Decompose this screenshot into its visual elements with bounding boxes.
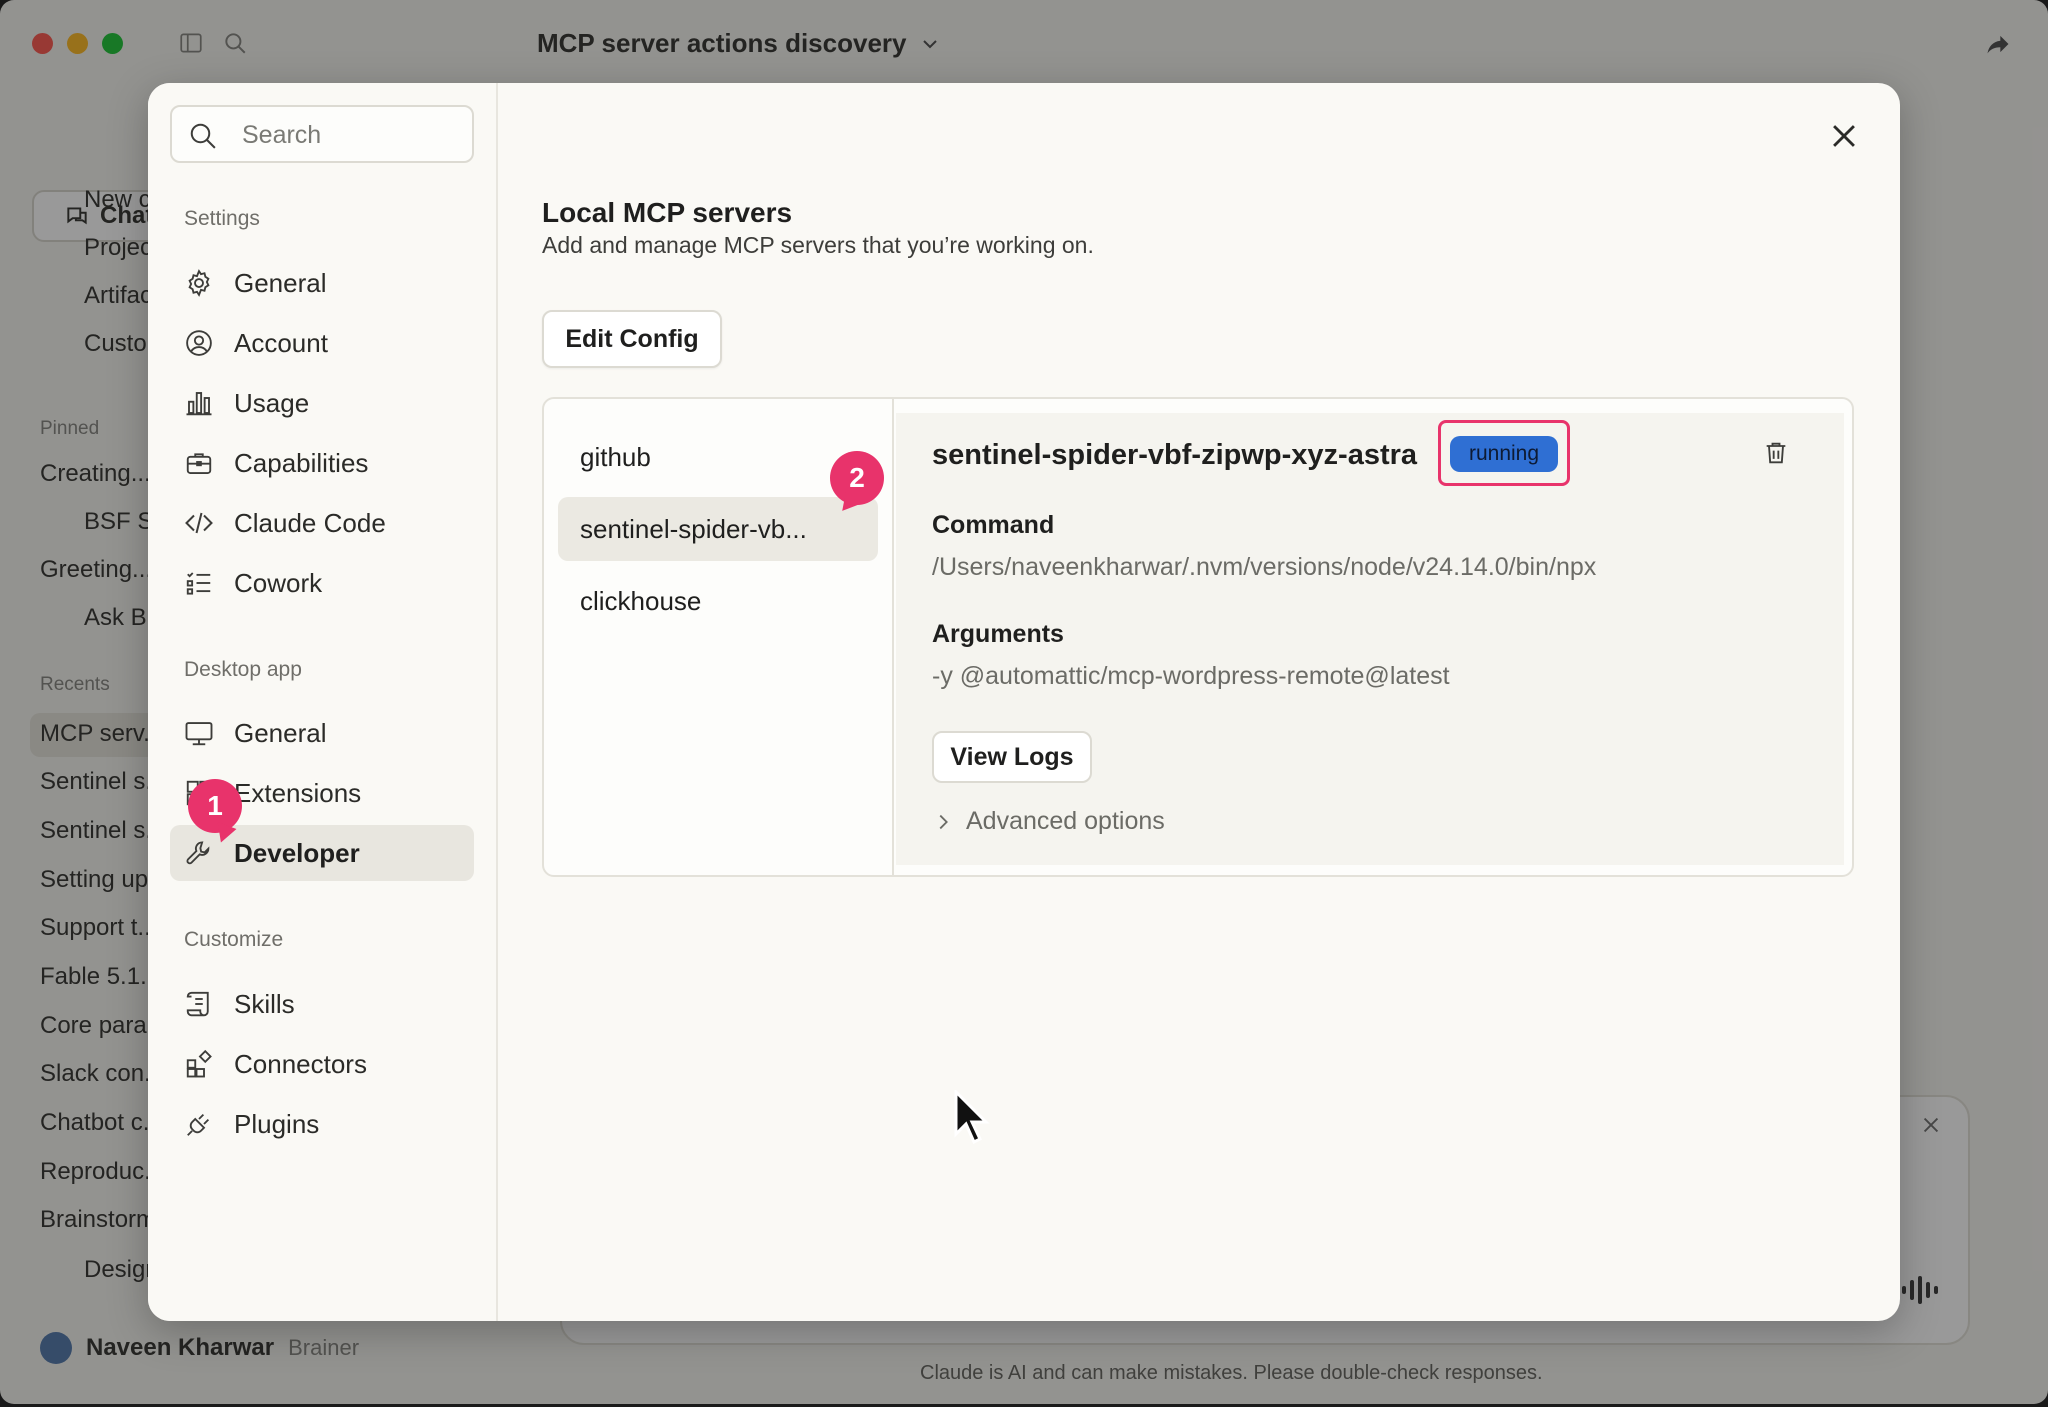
nav-item-label: Claude Code xyxy=(234,507,386,538)
nav-item-cowork[interactable]: Cowork xyxy=(170,555,474,611)
desktop-section-label: Desktop app xyxy=(184,658,302,681)
advanced-options-label: Advanced options xyxy=(966,807,1165,835)
page-subtitle: Add and manage MCP servers that you’re w… xyxy=(542,232,1094,258)
nav-item-general[interactable]: General xyxy=(170,255,474,311)
nav-item-label: Plugins xyxy=(234,1108,320,1139)
code-icon xyxy=(184,508,214,538)
page-title: Local MCP servers xyxy=(542,197,793,228)
command-value: /Users/naveenkharwar/.nvm/versions/node/… xyxy=(932,553,1597,581)
nav-item-plugins[interactable]: Plugins xyxy=(170,1096,474,1152)
search-icon xyxy=(188,121,218,151)
usage-icon xyxy=(184,388,214,418)
connectors-icon xyxy=(184,1049,214,1079)
monitor-icon xyxy=(184,718,214,748)
gear-icon xyxy=(184,268,214,298)
wrench-icon xyxy=(184,838,214,868)
nav-item-skills[interactable]: Skills xyxy=(170,976,474,1032)
nav-item-label: Capabilities xyxy=(234,447,369,478)
nav-item-label: Developer xyxy=(234,837,360,868)
arguments-label: Arguments xyxy=(932,620,1064,648)
server-item-sentinel-spider[interactable]: sentinel-spider-vb... xyxy=(558,497,878,561)
settings-nav: Settings General Account Usage Capabilit… xyxy=(148,83,498,1321)
arguments-value: -y @automattic/mcp-wordpress-remote@late… xyxy=(932,662,1450,690)
command-label: Command xyxy=(932,511,1055,539)
chevron-right-icon xyxy=(932,811,954,833)
nav-item-connectors[interactable]: Connectors xyxy=(170,1036,474,1092)
nav-item-label: Account xyxy=(234,327,328,358)
account-icon xyxy=(184,328,214,358)
close-icon[interactable] xyxy=(1827,119,1861,153)
server-name: sentinel-spider-vbf-zipwp-xyz-astra xyxy=(932,439,1418,471)
list-icon xyxy=(184,568,214,598)
nav-item-account[interactable]: Account xyxy=(170,315,474,371)
trash-icon[interactable] xyxy=(1762,439,1790,467)
advanced-options-toggle[interactable]: Advanced options xyxy=(932,807,1165,836)
customize-section-label: Customize xyxy=(184,928,284,951)
nav-item-label: Cowork xyxy=(234,567,323,598)
status-badge: running xyxy=(1450,436,1558,472)
plug-icon xyxy=(184,1109,214,1139)
nav-item-label: Extensions xyxy=(234,777,362,808)
mouse-cursor-icon xyxy=(952,1090,992,1146)
settings-modal: Settings General Account Usage Capabilit… xyxy=(148,83,1900,1321)
server-detail: sentinel-spider-vbf-zipwp-xyz-astra runn… xyxy=(896,413,1844,865)
step-badge-2: 2 xyxy=(830,451,884,505)
nav-item-label: General xyxy=(234,267,327,298)
nav-item-label: Usage xyxy=(234,387,310,418)
nav-item-usage[interactable]: Usage xyxy=(170,375,474,431)
nav-item-label: Skills xyxy=(234,988,295,1019)
step-badge-1: 1 xyxy=(188,779,242,833)
edit-config-button[interactable]: Edit Config xyxy=(542,310,722,368)
nav-item-claude-code[interactable]: Claude Code xyxy=(170,495,474,551)
scroll-icon xyxy=(184,989,214,1019)
view-logs-button[interactable]: View Logs xyxy=(932,731,1092,783)
nav-item-desktop-general[interactable]: General xyxy=(170,705,474,761)
search-input[interactable] xyxy=(242,117,462,153)
nav-item-label: General xyxy=(234,717,327,748)
settings-search[interactable] xyxy=(170,105,474,163)
settings-section-label: Settings xyxy=(184,207,260,230)
nav-item-label: Connectors xyxy=(234,1048,367,1079)
server-item-clickhouse[interactable]: clickhouse xyxy=(558,569,878,633)
nav-item-capabilities[interactable]: Capabilities xyxy=(170,435,474,491)
briefcase-icon xyxy=(184,448,214,478)
server-panel: github sentinel-spider-vb... clickhouse … xyxy=(542,397,1854,877)
